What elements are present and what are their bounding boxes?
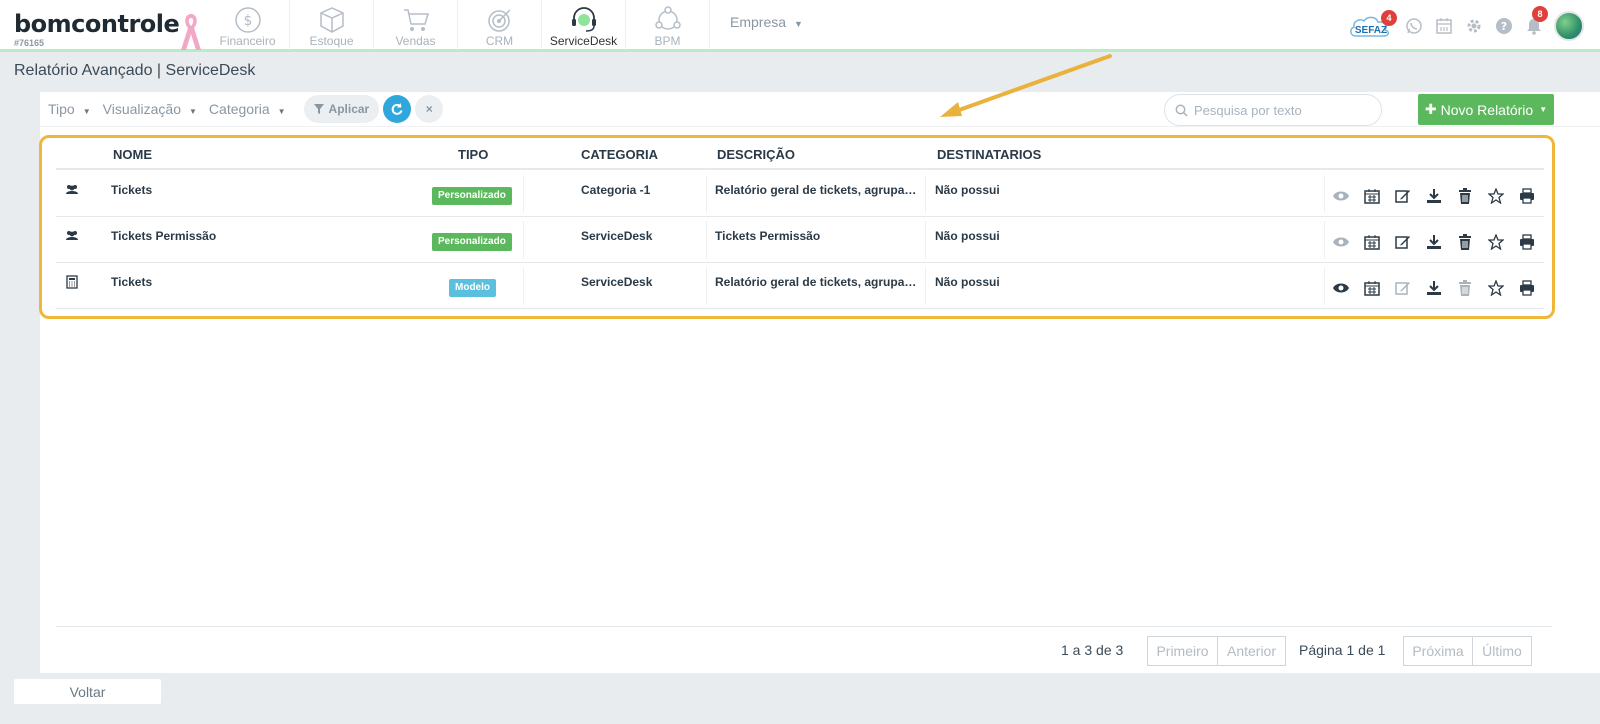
module-vendas[interactable]: Vendas	[374, 0, 458, 50]
whatsapp-icon[interactable]	[1404, 16, 1424, 36]
caret-down-icon: ▼	[189, 107, 197, 116]
pagination-next-button[interactable]: Próxima	[1403, 636, 1473, 666]
filter-tipo-label: Tipo	[48, 101, 75, 117]
module-estoque[interactable]: Estoque	[290, 0, 374, 50]
empresa-label: Empresa	[730, 14, 787, 30]
sefaz-badge: 4	[1381, 10, 1397, 26]
module-label: Estoque	[309, 34, 354, 48]
refresh-icon	[391, 103, 403, 115]
search-input[interactable]	[1194, 102, 1374, 118]
filter-tipo-dropdown[interactable]: Tipo ▼	[48, 101, 91, 117]
new-report-label: Novo Relatório	[1440, 101, 1534, 118]
module-label: Financeiro	[219, 34, 276, 48]
page-title: Relatório Avançado | ServiceDesk	[14, 62, 256, 79]
module-label: Vendas	[395, 34, 436, 48]
divider	[40, 126, 1600, 127]
process-icon	[654, 6, 681, 30]
module-label: BPM	[654, 34, 681, 48]
sefaz-label: SEFAZ	[1355, 25, 1387, 36]
search-icon	[1175, 104, 1188, 117]
help-icon[interactable]: ?	[1494, 16, 1514, 36]
notifications-badge: 8	[1532, 6, 1548, 22]
pagination-last-button[interactable]: Último	[1472, 636, 1532, 666]
filter-categoria-dropdown[interactable]: Categoria ▼	[209, 101, 286, 117]
refresh-button[interactable]	[383, 95, 412, 123]
module-label: ServiceDesk	[549, 34, 618, 48]
pink-ribbon-icon	[181, 14, 201, 50]
back-button[interactable]: Voltar	[14, 679, 161, 704]
filter-categoria-label: Categoria	[208, 101, 270, 117]
apply-filter-button[interactable]: Aplicar	[303, 95, 380, 123]
top-navbar: bomcontrole #76165 $ Financeiro Estoque …	[0, 0, 1600, 52]
pagination-first-button[interactable]: Primeiro	[1147, 636, 1218, 666]
calendar-icon[interactable]	[1434, 16, 1454, 36]
brand-logo[interactable]: bomcontrole	[14, 10, 180, 38]
new-report-button[interactable]: ✚ Novo Relatório ▼	[1418, 94, 1554, 125]
svg-text:$: $	[243, 13, 252, 29]
filter-bar: Tipo ▼ Visualização ▼ Categoria ▼ Aplicar ×	[48, 94, 444, 124]
module-crm[interactable]: CRM	[458, 0, 542, 50]
target-icon	[487, 9, 511, 32]
caret-down-icon: ▼	[794, 19, 803, 29]
dollar-circle-icon: $	[234, 7, 261, 33]
notifications-bell-icon[interactable]: 8	[1524, 6, 1548, 36]
caret-down-icon: ▼	[1539, 105, 1548, 114]
module-bpm[interactable]: BPM	[626, 0, 710, 50]
close-icon: ×	[425, 102, 433, 116]
filter-icon	[313, 104, 324, 114]
sefaz-button[interactable]: SEFAZ 4	[1348, 10, 1397, 40]
clear-filter-button[interactable]: ×	[415, 95, 444, 123]
svg-text:?: ?	[1501, 20, 1507, 33]
annotation-arrow-icon	[940, 54, 1112, 117]
highlight-box	[39, 135, 1555, 319]
headset-icon	[571, 7, 596, 32]
module-financeiro[interactable]: $ Financeiro	[206, 0, 290, 50]
caret-down-icon: ▼	[82, 107, 91, 116]
module-servicedesk[interactable]: ServiceDesk	[542, 0, 626, 50]
pagination-previous-button[interactable]: Anterior	[1217, 636, 1286, 666]
search-box	[1164, 94, 1382, 126]
filter-visualizacao-dropdown[interactable]: Visualização ▼	[103, 101, 197, 117]
plus-icon: ✚	[1424, 101, 1437, 117]
caret-down-icon: ▼	[277, 107, 286, 116]
pagination-page-label: Página 1 de 1	[1299, 642, 1386, 658]
user-avatar[interactable]	[1554, 11, 1584, 41]
cart-icon	[403, 9, 429, 31]
apply-filter-label: Aplicar	[328, 102, 370, 116]
box-icon	[319, 7, 344, 33]
gear-icon[interactable]	[1464, 16, 1484, 36]
account-id: #76165	[14, 38, 45, 48]
filter-visualizacao-label: Visualização	[102, 101, 181, 117]
module-nav: $ Financeiro Estoque Vendas CRM ServiceD…	[206, 0, 710, 50]
empresa-dropdown[interactable]: Empresa ▼	[730, 14, 803, 30]
module-label: CRM	[485, 34, 514, 48]
divider	[56, 626, 1552, 627]
header-actions: SEFAZ 4 ? 8	[1348, 6, 1584, 44]
pagination-summary: 1 a 3 de 3	[1061, 642, 1124, 658]
